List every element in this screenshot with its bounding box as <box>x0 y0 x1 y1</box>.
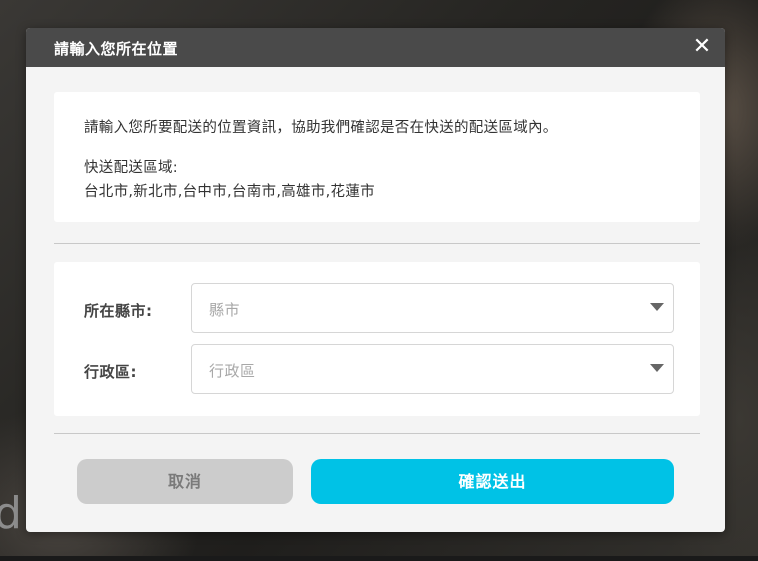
delivery-zone-list: 台北市,新北市,台中市,台南市,高雄市,花蓮市 <box>84 184 375 200</box>
district-label: 行政區: <box>84 363 137 381</box>
confirm-submit-button[interactable]: 確認送出 <box>311 459 674 504</box>
location-modal: 請輸入您所在位置 ✕ 請輸入您所要配送的位置資訊，協助我們確認是否在快送的配送區… <box>26 28 725 532</box>
bottom-strip <box>0 556 758 561</box>
close-icon[interactable]: ✕ <box>691 34 713 60</box>
city-select-placeholder: 縣市 <box>209 301 241 319</box>
divider <box>54 433 700 434</box>
divider <box>54 243 700 244</box>
delivery-zone-label: 快送配送區域: <box>84 160 178 176</box>
background-partial-text: d <box>0 488 22 539</box>
district-select-placeholder: 行政區 <box>209 362 256 380</box>
caret-down-icon <box>650 364 664 372</box>
delivery-info-card: 請輸入您所要配送的位置資訊，協助我們確認是否在快送的配送區域內。 快送配送區域:… <box>54 92 700 222</box>
modal-header: 請輸入您所在位置 ✕ <box>26 28 725 67</box>
district-select[interactable]: 行政區 <box>191 344 674 394</box>
delivery-description: 請輸入您所要配送的位置資訊，協助我們確認是否在快送的配送區域內。 <box>84 120 558 136</box>
city-label: 所在縣市: <box>84 302 153 320</box>
city-select[interactable]: 縣市 <box>191 283 674 333</box>
location-form: 所在縣市: 縣市 行政區: 行政區 <box>54 262 700 416</box>
modal-title: 請輸入您所在位置 <box>54 40 179 58</box>
caret-down-icon <box>650 303 664 311</box>
cancel-button[interactable]: 取消 <box>77 459 293 504</box>
